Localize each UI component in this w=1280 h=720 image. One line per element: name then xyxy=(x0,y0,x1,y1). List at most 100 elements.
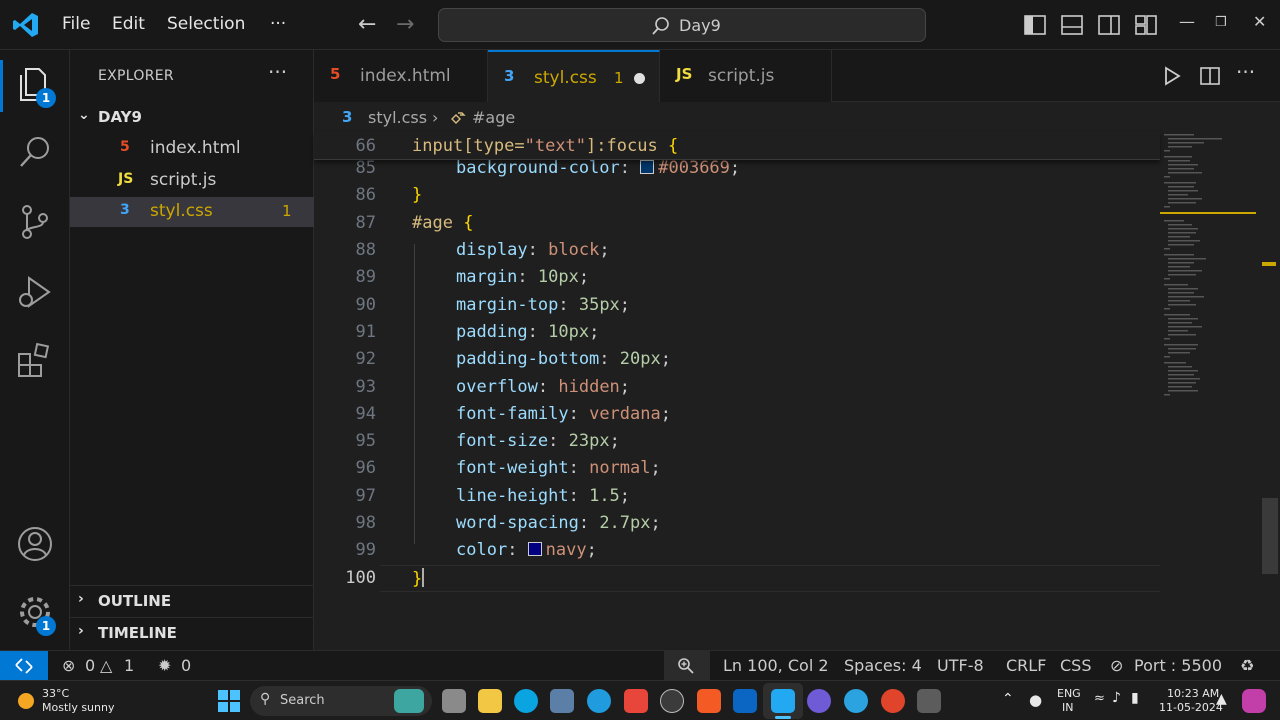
end-of-line[interactable]: CRLF xyxy=(1006,656,1046,675)
maximize-button[interactable]: ❒ xyxy=(1215,15,1227,30)
error-circle-icon[interactable]: ⊗ xyxy=(62,656,75,675)
file-index-html[interactable]: 5 index.html xyxy=(70,134,314,164)
close-button[interactable]: ✕ xyxy=(1253,12,1266,31)
run-icon[interactable] xyxy=(1160,64,1184,88)
editor-more-actions[interactable]: ··· xyxy=(1236,60,1255,84)
cursor-position[interactable]: Ln 100, Col 2 xyxy=(723,656,829,675)
color-swatch[interactable] xyxy=(640,160,655,174)
timeline-section[interactable]: › TIMELINE xyxy=(70,618,314,648)
folder-day9[interactable]: ⌄ DAY9 xyxy=(70,102,314,132)
css-value: 20px xyxy=(619,349,661,369)
office-app-icon[interactable] xyxy=(624,689,648,713)
css-value: 1.5 xyxy=(589,486,620,506)
vscode-taskbar-active[interactable] xyxy=(763,683,803,719)
line-number: 95 xyxy=(355,431,376,451)
breadcrumb-file[interactable]: styl.css xyxy=(368,108,427,127)
accounts-icon[interactable] xyxy=(15,524,55,564)
vscode-logo-icon xyxy=(13,13,38,37)
warning-count[interactable]: 1 xyxy=(124,656,134,675)
file-script-js[interactable]: JS script.js xyxy=(70,166,314,196)
encoding[interactable]: UTF-8 xyxy=(937,656,984,675)
open-brace: { xyxy=(667,136,679,156)
warning-icon[interactable]: △ xyxy=(100,656,112,675)
windows-start-icon[interactable] xyxy=(218,690,240,712)
weather-description[interactable]: Mostly sunny xyxy=(42,701,114,714)
code-editor[interactable]: 85 background-color: #003669; 86 } 87 #a… xyxy=(314,132,1280,650)
back-arrow-icon[interactable]: ← xyxy=(358,12,376,37)
input-language[interactable]: ENG xyxy=(1057,687,1081,700)
zoom-indicator[interactable] xyxy=(664,651,710,681)
live-server-port[interactable]: Port : 5500 xyxy=(1134,656,1222,675)
error-count[interactable]: 0 xyxy=(85,656,95,675)
language-mode[interactable]: CSS xyxy=(1060,656,1091,675)
minimap[interactable] xyxy=(1160,132,1260,650)
explorer-more-actions[interactable]: ··· xyxy=(268,60,287,84)
copilot-icon[interactable] xyxy=(1242,689,1266,713)
browser-app-icon[interactable] xyxy=(514,689,538,713)
editor-tabs: 5 index.html 3 styl.css 1 JS script.js ·… xyxy=(314,50,1280,102)
menu-edit[interactable]: Edit xyxy=(112,14,145,34)
color-swatch[interactable] xyxy=(527,542,542,556)
source-control-icon[interactable] xyxy=(15,202,55,242)
breadcrumb-symbol[interactable]: #age xyxy=(472,108,515,127)
openai-app-icon[interactable] xyxy=(660,689,684,713)
problem-count: 1 xyxy=(614,69,624,87)
line-number: 89 xyxy=(355,267,376,287)
file-explorer-icon[interactable] xyxy=(478,689,502,713)
telegram-icon[interactable] xyxy=(844,689,868,713)
tab-script-js[interactable]: JS script.js xyxy=(660,50,832,102)
linkedin-icon[interactable] xyxy=(733,689,757,713)
minimize-button[interactable]: — xyxy=(1179,12,1195,31)
temperature[interactable]: 33°C xyxy=(42,687,69,700)
remote-indicator[interactable] xyxy=(0,651,48,681)
clock-date[interactable]: 11-05-2024 xyxy=(1159,701,1223,714)
tab-styl-css[interactable]: 3 styl.css 1 xyxy=(488,50,660,102)
no-entry-icon[interactable]: ⊘ xyxy=(1110,656,1123,675)
clock-time[interactable]: 10:23 AM xyxy=(1167,687,1219,700)
brave-browser-icon[interactable] xyxy=(697,689,721,713)
app-icon[interactable] xyxy=(807,689,831,713)
scrollbar-thumb[interactable] xyxy=(1262,498,1278,574)
toggle-panel-icon[interactable] xyxy=(1060,13,1084,37)
css-string: "text" xyxy=(524,136,587,156)
outline-section[interactable]: › OUTLINE xyxy=(70,586,314,616)
unsaved-dot-icon[interactable] xyxy=(634,73,645,84)
tab-index-html[interactable]: 5 index.html xyxy=(314,50,488,102)
menu-more[interactable]: ··· xyxy=(270,14,286,34)
edge-browser-icon[interactable] xyxy=(587,689,611,713)
microphone-icon[interactable]: ● xyxy=(1029,691,1042,709)
run-and-debug-icon[interactable] xyxy=(15,272,55,312)
sticky-scroll-header[interactable]: 66 input[type="text"]:focus { xyxy=(314,132,1160,160)
wifi-icon[interactable]: ≈ xyxy=(1094,691,1105,706)
task-view-icon[interactable] xyxy=(442,689,466,713)
vertical-scrollbar[interactable] xyxy=(1260,132,1280,650)
notifications-bell-icon[interactable]: ♻ xyxy=(1240,656,1254,675)
search-icon[interactable] xyxy=(15,132,55,172)
ports-count[interactable]: 0 xyxy=(181,656,191,675)
chrome-icon[interactable] xyxy=(881,689,905,713)
weather-sun-icon[interactable] xyxy=(14,689,38,713)
ports-icon[interactable]: ✹ xyxy=(158,656,171,675)
split-editor-icon[interactable] xyxy=(1198,64,1222,88)
menu-selection[interactable]: Selection xyxy=(167,14,245,34)
command-center-search[interactable]: Day9 xyxy=(438,8,926,42)
snipping-tool-icon[interactable] xyxy=(917,689,941,713)
volume-icon[interactable]: ♪ xyxy=(1112,690,1121,706)
menu-file[interactable]: File xyxy=(62,14,90,34)
settings-app-icon[interactable] xyxy=(550,689,574,713)
notification-bell-icon[interactable]: ▲ xyxy=(1216,691,1227,707)
extensions-icon[interactable] xyxy=(15,340,55,380)
line-number: 94 xyxy=(355,404,376,424)
battery-icon[interactable]: ▮ xyxy=(1131,690,1139,706)
toggle-secondary-sidebar-icon[interactable] xyxy=(1097,13,1121,37)
hidden-icons-chevron-icon[interactable]: ⌃ xyxy=(1002,691,1014,707)
css-property: padding-bottom xyxy=(456,349,600,369)
forward-arrow-icon[interactable]: → xyxy=(396,12,414,37)
toggle-primary-sidebar-icon[interactable] xyxy=(1023,13,1047,37)
code-line: } xyxy=(412,568,425,589)
customize-layout-icon[interactable] xyxy=(1134,13,1158,37)
taskbar-search-box[interactable]: ⚲ Search xyxy=(250,686,432,716)
input-region[interactable]: IN xyxy=(1062,701,1073,714)
indentation[interactable]: Spaces: 4 xyxy=(844,656,922,675)
file-styl-css[interactable]: 3 styl.css 1 xyxy=(70,197,314,227)
